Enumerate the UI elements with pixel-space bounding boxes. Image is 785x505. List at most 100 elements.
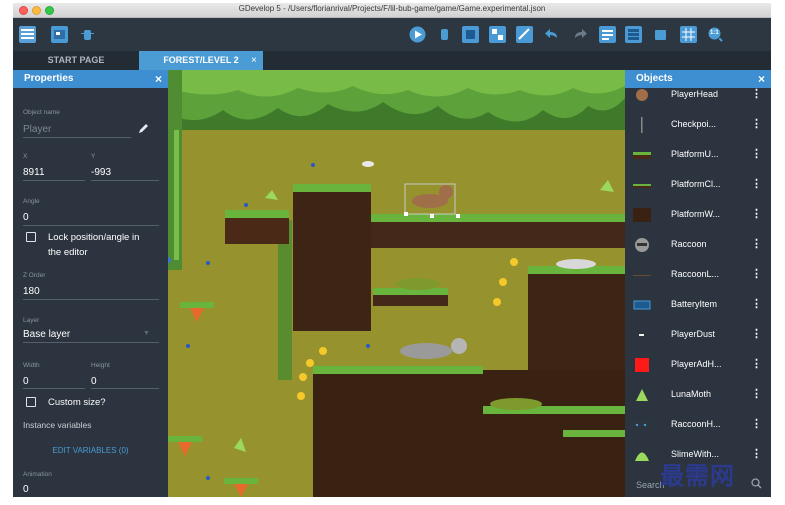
object-item-platformu[interactable]: PlatformU... ⋮ (625, 140, 771, 170)
layer-dropdown-icon[interactable]: ▼ (143, 330, 150, 337)
properties-icon[interactable] (516, 26, 533, 43)
width-underline (23, 388, 85, 389)
instances-list-icon[interactable] (599, 26, 616, 43)
object-item-menu-icon[interactable]: ⋮ (751, 387, 762, 400)
grid-icon[interactable] (680, 26, 697, 43)
lock-position-label: Lock position/angle in (48, 232, 140, 243)
platform-w-icon (633, 206, 651, 224)
project-manager-icon[interactable] (19, 26, 36, 43)
custom-size-label: Custom size? (48, 397, 106, 408)
debug-icon[interactable] (79, 26, 96, 43)
x-label: X (23, 153, 28, 160)
object-name-field[interactable]: Player (23, 124, 51, 135)
object-item-label: Checkpoi... (671, 119, 717, 129)
object-item-menu-icon[interactable]: ⋮ (751, 207, 762, 220)
watermark-logo: 最需网 (660, 461, 735, 490)
app-window: GDevelop 5 - /Users/florianrival/Project… (13, 3, 771, 497)
object-item-label: RaccoonL... (671, 269, 720, 279)
animation-field[interactable]: 0 (23, 484, 29, 495)
editor-tabs: START PAGE FOREST/LEVEL 2 × (13, 51, 771, 70)
raccoon-l-icon (633, 266, 651, 284)
playerhead-icon (633, 86, 651, 104)
platform-cl-icon (633, 176, 651, 194)
zorder-underline (23, 299, 159, 300)
instance-variables-label: Instance variables (23, 420, 92, 430)
tab-start-page[interactable]: START PAGE (13, 51, 139, 70)
zorder-field[interactable]: 180 (23, 286, 40, 297)
custom-size-checkbox[interactable] (26, 397, 36, 407)
object-item-menu-icon[interactable]: ⋮ (751, 117, 762, 130)
scene-canvas[interactable] (168, 70, 625, 497)
tab-forest-level-2[interactable]: FOREST/LEVEL 2 (139, 51, 263, 70)
player-dust-icon (633, 326, 651, 344)
object-item-menu-icon[interactable]: ⋮ (751, 447, 762, 460)
object-item-menu-icon[interactable]: ⋮ (751, 87, 762, 100)
platform-u-icon (633, 146, 651, 164)
height-field[interactable]: 0 (91, 376, 97, 387)
object-item-label: PlayerHead (671, 89, 719, 99)
object-item-menu-icon[interactable]: ⋮ (751, 297, 762, 310)
layer-select[interactable]: Base layer (23, 329, 70, 340)
object-item-label: PlatformU... (671, 149, 719, 159)
checkpoint-icon (633, 116, 651, 134)
undo-icon[interactable] (544, 26, 561, 43)
properties-header: Properties × (13, 70, 168, 88)
zorder-label: Z Order (23, 272, 46, 279)
animation-label: Animation (23, 471, 52, 478)
object-item-label: PlatformW... (671, 209, 721, 219)
layers-list-icon[interactable] (625, 26, 642, 43)
object-item-label: LunaMoth (671, 389, 712, 399)
add-object-icon[interactable] (462, 26, 479, 43)
object-item-menu-icon[interactable]: ⋮ (751, 237, 762, 250)
object-item-batteryitem[interactable]: BatteryItem ⋮ (625, 290, 771, 320)
y-label: Y (91, 153, 96, 160)
object-item-playeradh[interactable]: PlayerAdH... ⋮ (625, 350, 771, 380)
width-field[interactable]: 0 (23, 376, 29, 387)
scene-artwork (168, 70, 625, 497)
debugger-icon[interactable] (436, 26, 453, 43)
properties-close-icon[interactable]: × (155, 70, 162, 88)
raccoon-h-icon (633, 416, 651, 434)
object-item-raccoonh[interactable]: RaccoonH... ⋮ (625, 410, 771, 440)
x-field[interactable]: 8911 (23, 167, 45, 178)
object-groups-icon[interactable] (489, 26, 506, 43)
object-item-menu-icon[interactable]: ⋮ (751, 357, 762, 370)
objects-panel: Objects × PlayerHead ⋮ Checkpoi... ⋮ Pla… (625, 70, 771, 497)
object-item-checkpoint[interactable]: Checkpoi... ⋮ (625, 110, 771, 140)
object-item-playerdust[interactable]: PlayerDust ⋮ (625, 320, 771, 350)
play-icon[interactable] (409, 26, 426, 43)
player-adh-icon (633, 356, 651, 374)
object-name-underline (23, 137, 131, 138)
object-item-raccoonl[interactable]: RaccoonL... ⋮ (625, 260, 771, 290)
object-item-playerhead[interactable]: PlayerHead ⋮ (625, 80, 771, 110)
edit-variables-button[interactable]: EDIT VARIABLES (0) (13, 446, 168, 455)
tab-close-icon[interactable]: × (251, 51, 257, 70)
lock-position-label-line2: the editor (48, 247, 88, 258)
properties-panel: Properties × Object name Player X Y 8911… (13, 70, 168, 497)
angle-field[interactable]: 0 (23, 212, 29, 223)
window-mask-icon[interactable] (652, 26, 669, 43)
object-item-platformcl[interactable]: PlatformCl... ⋮ (625, 170, 771, 200)
object-item-menu-icon[interactable]: ⋮ (751, 147, 762, 160)
zoom-icon[interactable]: 1:1 (707, 26, 724, 43)
object-item-menu-icon[interactable]: ⋮ (751, 417, 762, 430)
lock-position-checkbox[interactable] (26, 232, 36, 242)
tab-label: START PAGE (47, 55, 105, 65)
y-field[interactable]: -993 (91, 167, 111, 178)
edit-name-icon[interactable] (138, 121, 150, 139)
height-label: Height (91, 362, 110, 369)
luna-moth-icon (633, 386, 651, 404)
layer-label: Layer (23, 317, 40, 324)
search-icon[interactable] (751, 478, 762, 492)
window-title: GDevelop 5 - /Users/florianrival/Project… (238, 4, 546, 13)
object-item-platformw[interactable]: PlatformW... ⋮ (625, 200, 771, 230)
width-label: Width (23, 362, 40, 369)
scene-editor-icon[interactable] (51, 26, 68, 43)
object-item-raccoon[interactable]: Raccoon ⋮ (625, 230, 771, 260)
object-item-menu-icon[interactable]: ⋮ (751, 267, 762, 280)
x-underline (23, 180, 85, 181)
object-item-lunamoth[interactable]: LunaMoth ⋮ (625, 380, 771, 410)
redo-icon[interactable] (571, 26, 588, 43)
object-item-menu-icon[interactable]: ⋮ (751, 327, 762, 340)
object-item-menu-icon[interactable]: ⋮ (751, 177, 762, 190)
